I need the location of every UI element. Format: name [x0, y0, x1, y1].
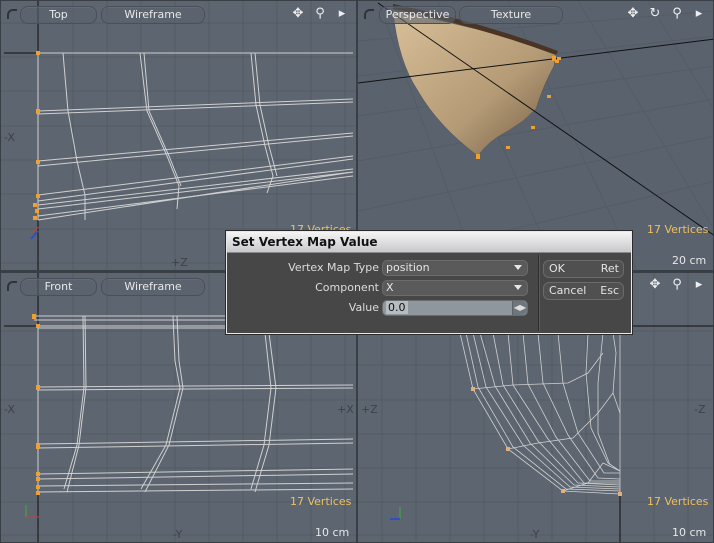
- viewport-header: Perspective Texture ✥ ↻ ⚲ ▸: [358, 1, 713, 27]
- value-input[interactable]: 0.0 ◀▶: [382, 300, 528, 316]
- move-icon[interactable]: ✥: [290, 5, 306, 23]
- viewport-menu-icon[interactable]: [7, 281, 17, 291]
- ok-button[interactable]: OK Ret: [543, 260, 624, 278]
- component-value: X: [386, 281, 394, 294]
- axis-label-bottom: -Y: [173, 528, 183, 541]
- value-label: Value: [348, 301, 379, 314]
- vertex-count: 17 Vertices: [647, 495, 709, 508]
- dialog-divider: [538, 255, 540, 331]
- wireframe-mesh: [34, 315, 354, 493]
- cancel-button[interactable]: Cancel Esc: [543, 282, 624, 300]
- component-dropdown[interactable]: X: [382, 280, 528, 296]
- vertex-count: 17 Vertices: [647, 223, 709, 236]
- vertex-map-type-label: Vertex Map Type: [288, 261, 379, 274]
- chevron-down-icon: [514, 285, 522, 290]
- axis-label-left: -X: [4, 403, 15, 416]
- set-vertex-map-value-dialog: Set Vertex Map Value Vertex Map Type pos…: [226, 231, 632, 334]
- rotate-icon[interactable]: ↻: [647, 5, 663, 23]
- vertex-count: 17 Vertices: [290, 495, 352, 508]
- vertex-map-type-value: position: [386, 261, 430, 274]
- cancel-shortcut: Esc: [600, 284, 619, 297]
- view-type-button[interactable]: Top: [20, 6, 97, 24]
- axis-label-right: -Z: [694, 403, 706, 416]
- expand-arrow-icon[interactable]: ▸: [691, 277, 707, 292]
- zoom-icon[interactable]: ⚲: [669, 5, 685, 23]
- axis-label-bottom: +Z: [171, 256, 188, 269]
- chevron-down-icon: [514, 265, 522, 270]
- viewport-header: Top Wireframe ✥ ⚲ ▸: [1, 1, 356, 27]
- viewport-menu-icon[interactable]: [364, 9, 374, 19]
- grid-scale: 20 cm: [672, 254, 707, 267]
- view-type-button[interactable]: Front: [20, 278, 97, 296]
- boat-hull: [392, 10, 557, 157]
- zoom-icon[interactable]: ⚲: [669, 277, 685, 292]
- shading-mode-button[interactable]: Wireframe: [101, 278, 205, 296]
- expand-arrow-icon[interactable]: ▸: [334, 5, 350, 23]
- axis-label-bottom: -Y: [530, 528, 540, 541]
- shading-mode-button[interactable]: Wireframe: [101, 6, 205, 24]
- expand-arrow-icon[interactable]: ▸: [691, 5, 707, 23]
- move-icon[interactable]: ✥: [625, 5, 641, 23]
- viewport-menu-icon[interactable]: [7, 9, 17, 19]
- ok-shortcut: Ret: [600, 262, 619, 275]
- axis-label-left: +Z: [361, 403, 378, 416]
- view-type-button[interactable]: Perspective: [379, 6, 456, 24]
- value-text: 0.0: [386, 301, 408, 314]
- shading-mode-button[interactable]: Texture: [459, 6, 563, 24]
- ok-label: OK: [549, 262, 565, 275]
- axis-label-left: -X: [4, 131, 15, 144]
- dialog-title[interactable]: Set Vertex Map Value: [227, 232, 631, 253]
- vertex-map-type-dropdown[interactable]: position: [382, 260, 528, 276]
- selected-vertices: [33, 51, 40, 220]
- component-label: Component: [315, 281, 379, 294]
- axis-label-right: +X: [337, 403, 354, 416]
- axis-gizmo: [390, 507, 401, 520]
- axis-gizmo: [25, 505, 39, 518]
- grid-scale: 10 cm: [315, 526, 350, 539]
- spin-slider-icon[interactable]: ◀▶: [512, 301, 527, 315]
- wireframe-mesh: [37, 52, 354, 221]
- grid-scale: 10 cm: [672, 526, 707, 539]
- cancel-label: Cancel: [549, 284, 587, 297]
- move-icon[interactable]: ✥: [647, 277, 663, 292]
- zoom-icon[interactable]: ⚲: [312, 5, 328, 23]
